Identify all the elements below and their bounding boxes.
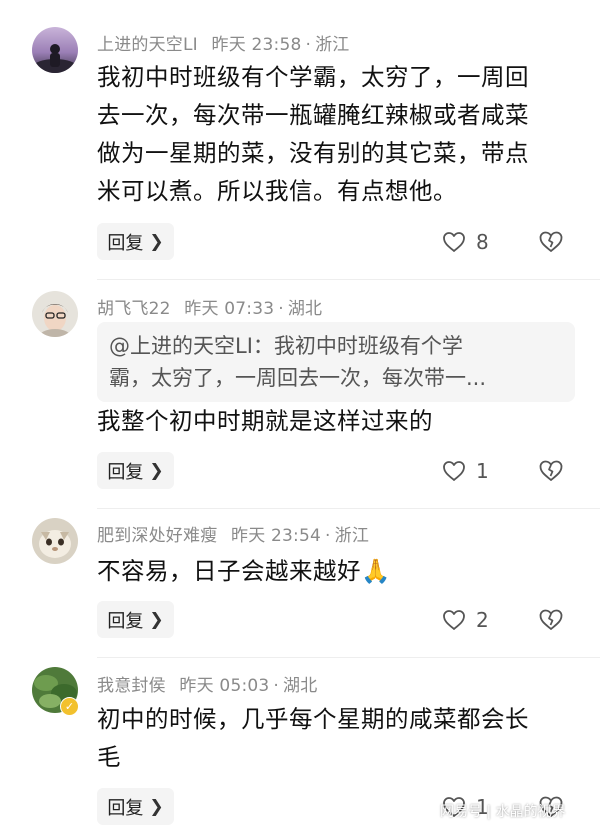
broken-heart-icon bbox=[539, 231, 563, 252]
chevron-right-icon: ❯ bbox=[149, 609, 164, 630]
avatar[interactable] bbox=[32, 291, 78, 337]
reply-button[interactable]: 回复 ❯ bbox=[97, 601, 174, 638]
heart-outline-icon bbox=[443, 231, 465, 252]
avatar-image bbox=[32, 518, 78, 564]
comment-meta: 肥到深处好难瘦 昨天 23:54 · 浙江 bbox=[97, 526, 370, 546]
broken-heart-icon bbox=[539, 460, 563, 481]
verified-badge-icon: ✓ bbox=[60, 697, 79, 716]
comment-text: 我整个初中时期就是这样过来的 bbox=[97, 402, 577, 440]
avatar[interactable] bbox=[32, 518, 78, 564]
quoted-reply[interactable]: @上进的天空LI：我初中时班级有个学 霸，太穷了，一周回去一次，每次带一... bbox=[97, 322, 575, 402]
chevron-right-icon: ❯ bbox=[149, 460, 164, 481]
quote-line: @上进的天空LI：我初中时班级有个学 bbox=[109, 334, 463, 358]
dislike-button[interactable] bbox=[538, 223, 564, 260]
quote-line: 霸，太穷了，一周回去一次，每次带一... bbox=[109, 366, 487, 390]
comment-meta: 上进的天空LI 昨天 23:58 · 浙江 bbox=[97, 35, 350, 55]
avatar-image bbox=[32, 27, 78, 73]
reply-button[interactable]: 回复 ❯ bbox=[97, 788, 174, 825]
like-count: 2 bbox=[476, 607, 489, 632]
reply-label: 回复 bbox=[107, 610, 144, 632]
text-line: 不容易，日子会越来越好 bbox=[97, 557, 361, 585]
avatar[interactable] bbox=[32, 27, 78, 73]
reply-label: 回复 bbox=[107, 461, 144, 483]
location: 湖北 bbox=[287, 299, 323, 319]
text-line: 去一次，每次带一瓶罐腌红辣椒或者咸菜 bbox=[97, 101, 529, 129]
location: 浙江 bbox=[315, 35, 350, 55]
divider bbox=[97, 657, 600, 658]
text-line: 米可以煮。所以我信。有点想他。 bbox=[97, 177, 457, 205]
timestamp: 昨天 07:33 bbox=[184, 299, 275, 319]
comment-meta: 胡飞飞22 昨天 07:33 · 湖北 bbox=[97, 299, 323, 319]
comment-1: 上进的天空LI 昨天 23:58 · 浙江 我初中时班级有个学霸，太穷了，一周回 去… bbox=[0, 0, 600, 280]
chevron-right-icon: ❯ bbox=[149, 231, 164, 252]
username[interactable]: 肥到深处好难瘦 bbox=[97, 526, 217, 546]
praying-hands-emoji: 🙏 bbox=[361, 557, 391, 585]
reply-label: 回复 bbox=[107, 232, 144, 254]
dislike-button[interactable] bbox=[538, 452, 564, 489]
comment-text: 我初中时班级有个学霸，太穷了，一周回 去一次，每次带一瓶罐腌红辣椒或者咸菜 做为… bbox=[97, 58, 577, 210]
text-line: 初中的时候，几乎每个星期的咸菜都会长 bbox=[97, 705, 529, 733]
location: 浙江 bbox=[334, 526, 370, 546]
heart-outline-icon bbox=[443, 460, 465, 481]
username[interactable]: 我意封侯 bbox=[97, 676, 166, 696]
timestamp: 昨天 23:54 bbox=[231, 526, 322, 546]
like-button[interactable]: 2 bbox=[442, 601, 489, 638]
divider bbox=[97, 508, 600, 509]
divider bbox=[97, 279, 600, 280]
username[interactable]: 胡飞飞22 bbox=[97, 299, 171, 319]
like-button[interactable]: 8 bbox=[442, 223, 489, 260]
timestamp: 昨天 05:03 bbox=[179, 676, 270, 696]
like-button[interactable]: 1 bbox=[442, 452, 489, 489]
text-line: 我初中时班级有个学霸，太穷了，一周回 bbox=[97, 63, 529, 91]
reply-button[interactable]: 回复 ❯ bbox=[97, 223, 174, 260]
location: 湖北 bbox=[283, 676, 318, 696]
comment-text: 不容易，日子会越来越好🙏 bbox=[97, 552, 577, 590]
text-line: 我整个初中时期就是这样过来的 bbox=[97, 407, 433, 435]
avatar-image bbox=[32, 291, 78, 337]
reply-label: 回复 bbox=[107, 797, 144, 819]
chevron-right-icon: ❯ bbox=[149, 796, 164, 817]
broken-heart-icon bbox=[539, 609, 563, 630]
text-line: 做为一星期的菜，没有别的其它菜，带点 bbox=[97, 139, 529, 167]
watermark: 网易号 | 水晶的视界 bbox=[440, 804, 566, 820]
text-line: 毛 bbox=[97, 743, 121, 771]
like-count: 8 bbox=[476, 229, 489, 254]
reply-button[interactable]: 回复 ❯ bbox=[97, 452, 174, 489]
comment-text: 初中的时候，几乎每个星期的咸菜都会长 毛 bbox=[97, 700, 577, 776]
heart-outline-icon bbox=[443, 609, 465, 630]
username[interactable]: 上进的天空LI bbox=[97, 35, 198, 55]
timestamp: 昨天 23:58 bbox=[211, 35, 302, 55]
comment-meta: 我意封侯 昨天 05:03 · 湖北 bbox=[97, 676, 318, 696]
dislike-button[interactable] bbox=[538, 601, 564, 638]
like-count: 1 bbox=[476, 458, 489, 483]
